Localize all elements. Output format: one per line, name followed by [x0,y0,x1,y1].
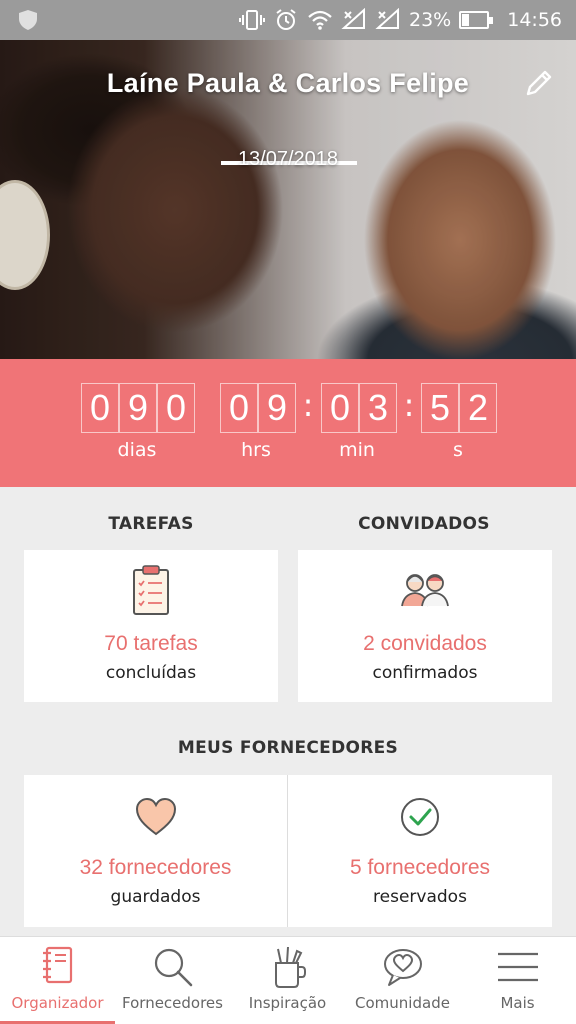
pencil-icon[interactable] [522,66,556,100]
wedding-date: 13/07/2018 [237,148,339,170]
countdown-digit: 0 [81,383,119,433]
vibrate-icon [239,10,265,30]
countdown-digit: 5 [421,383,459,433]
alarm-icon [276,9,296,30]
countdown-digit: 9 [258,383,296,433]
booked-vendors-card[interactable]: 5 fornecedores reservados [288,775,552,927]
saved-vendors-subtitle: guardados [110,887,201,907]
guests-count: 2 convidados [363,632,487,655]
battery-icon [459,11,494,29]
seconds-label: s [453,439,463,461]
countdown-separator: : [403,386,415,424]
nav-label: Mais [500,994,535,1012]
tasks-title: TAREFAS [108,514,194,534]
hours-label: hrs [241,439,271,461]
tasks-subtitle: concluídas [105,663,197,683]
nav-label: Comunidade [355,994,450,1012]
clipboard-checklist-icon [133,565,169,615]
days-label: dias [117,439,157,461]
booked-vendors-subtitle: reservados [373,887,467,907]
countdown-digit: 3 [359,383,397,433]
countdown-digit: 0 [220,383,258,433]
bottom-navigation: Organizador Fornecedores Inspiração Comu… [0,936,576,1024]
clock: 14:56 [507,9,562,31]
inspiration-cup-icon [274,946,306,988]
community-chat-icon [383,949,422,986]
booked-vendors-count: 5 fornecedores [349,856,491,879]
tasks-count: 70 tarefas [104,632,198,655]
couple-photo-header: Laíne Paula & Carlos Felipe 13/07/2018 [0,40,576,359]
countdown-timer: 0 9 0 0 9 : 0 3 : 5 2 dias hrs min s [0,359,576,487]
countdown-separator: : [302,386,314,424]
saved-vendors-card[interactable]: 32 fornecedores guardados [24,775,287,927]
nav-label: Organizador [11,994,104,1012]
nav-item-inspiracao[interactable]: Inspiração [230,937,345,1024]
countdown-digit: 0 [157,383,195,433]
nav-item-comunidade[interactable]: Comunidade [345,937,460,1024]
guests-subtitle: confirmados [372,663,478,683]
battery-percent: 23% [409,9,452,31]
status-bar: 23% 14:56 [0,0,576,40]
guests-icon [401,574,449,607]
menu-icon [497,952,538,982]
tasks-card[interactable]: 70 tarefas concluídas [24,550,278,702]
countdown-digit: 0 [321,383,359,433]
wifi-icon [308,10,332,30]
countdown-digit: 9 [119,383,157,433]
vendors-divider [287,775,288,927]
signal-icon [375,8,399,29]
vendors-title: MEUS FORNECEDORES [177,738,399,758]
nav-item-organizador[interactable]: Organizador [0,937,115,1024]
nav-item-mais[interactable]: Mais [460,937,575,1024]
check-circle-icon [401,798,439,836]
shield-icon [19,10,37,30]
nav-item-fornecedores[interactable]: Fornecedores [115,937,230,1024]
search-icon [154,948,192,987]
guests-card[interactable]: 2 convidados confirmados [298,550,552,702]
guests-title: CONVIDADOS [358,514,490,534]
couple-names: Laíne Paula & Carlos Felipe [106,68,470,98]
countdown-digit: 2 [459,383,497,433]
nav-label: Inspiração [248,994,327,1012]
heart-icon [135,797,176,836]
nav-label: Fornecedores [122,994,223,1012]
saved-vendors-count: 32 fornecedores [79,856,232,879]
minutes-label: min [339,439,375,461]
signal-icon [341,8,365,29]
notebook-icon [42,946,72,984]
